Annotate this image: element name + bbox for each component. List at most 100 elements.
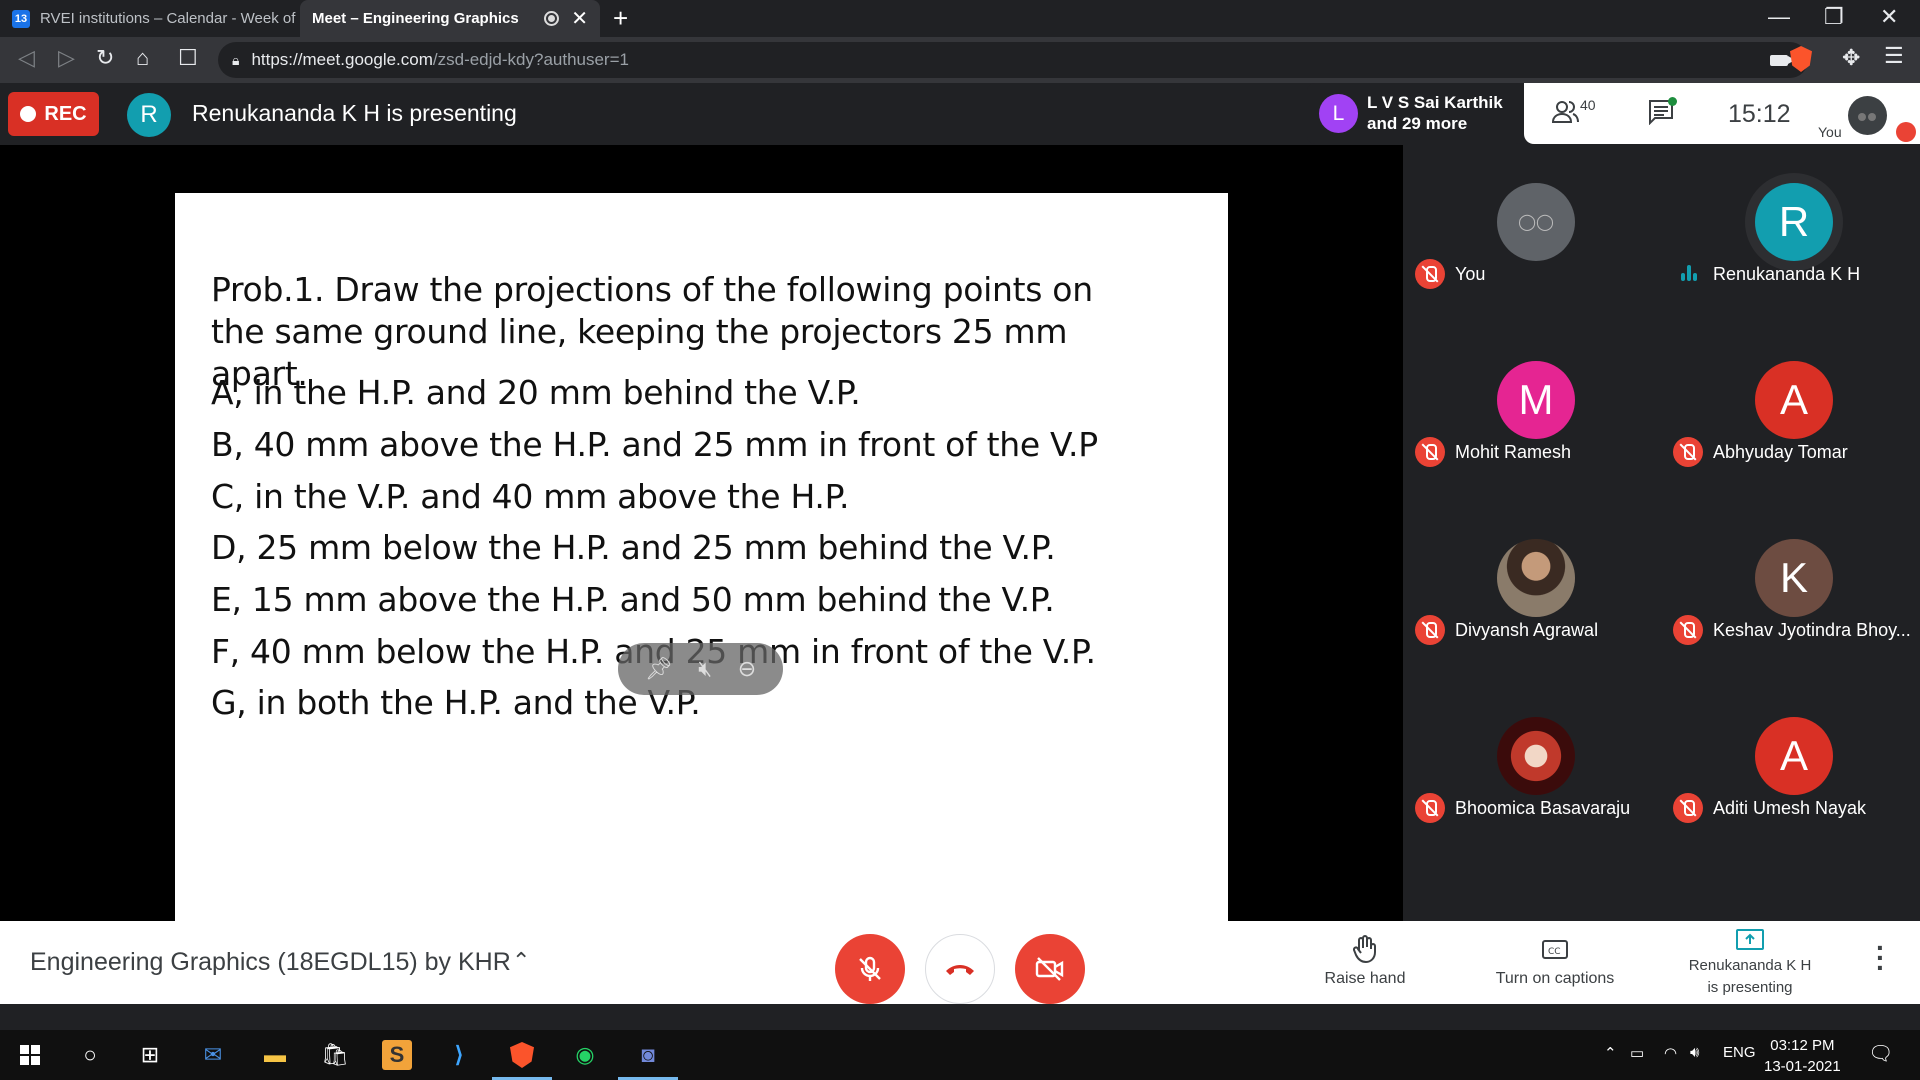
svg-text:CC: CC (1548, 947, 1561, 957)
system-time: 03:12 PM (1770, 1037, 1835, 1054)
tab-calendar[interactable]: 13 RVEI institutions – Calendar - Week o… (0, 0, 300, 37)
pin-icon[interactable]: 📌︎ (645, 656, 673, 682)
forward-icon[interactable]: ▷ (58, 45, 75, 71)
vscode-icon[interactable]: ⟩ (444, 1040, 474, 1070)
tray-chevron-icon[interactable]: ⌃ (1604, 1044, 1617, 1062)
more-options-icon[interactable]: · · · (1876, 934, 1885, 982)
windows-start-icon[interactable] (15, 1040, 45, 1070)
muted-mic-icon (1415, 615, 1445, 645)
reload-icon[interactable]: ↻ (96, 45, 114, 71)
tab-calendar-title: RVEI institutions – Calendar - Week of (40, 10, 296, 27)
slide-item: C, in the V.P. and 40 mm above the H.P. (211, 477, 850, 516)
presenter-avatar: R (127, 93, 171, 137)
language-indicator[interactable]: ENG (1723, 1044, 1756, 1061)
participant-photo-avatar (1497, 717, 1575, 795)
close-tab-icon[interactable]: ✕ (571, 6, 588, 31)
muted-mic-icon (1673, 793, 1703, 823)
present-screen-icon (1736, 929, 1764, 950)
participant-tile[interactable]: Bhoomica Basavaraju (1403, 689, 1661, 867)
wifi-icon[interactable]: ◠ (1664, 1044, 1677, 1062)
hang-up-icon (946, 965, 974, 975)
speaker-more-line: and 29 more (1367, 114, 1468, 133)
slide-item: E, 15 mm above the H.P. and 50 mm behind… (211, 580, 1055, 619)
people-icon[interactable] (1552, 100, 1580, 124)
system-clock[interactable]: 03:12 PM 13-01-2021 (1764, 1035, 1841, 1077)
participant-grid: ◯◯ You R Renukananda K H M Mohit Ramesh … (1403, 145, 1920, 983)
discord-icon[interactable]: ◙ (618, 1040, 678, 1080)
participant-name: Mohit Ramesh (1455, 441, 1572, 462)
muted-mic-icon (1673, 615, 1703, 645)
url-text[interactable]: https://meet.google.com/zsd-edjd-kdy?aut… (251, 50, 629, 70)
meet-controls-bar: Engineering Graphics (18EGDL15) by KHR ⌃ (0, 921, 1920, 1004)
rec-label: REC (44, 102, 87, 125)
mic-toggle-button[interactable] (835, 934, 905, 1004)
raise-hand-icon (1352, 935, 1376, 964)
extensions-icon[interactable]: ✥ (1842, 45, 1860, 71)
participant-tile[interactable]: Divyansh Agrawal (1403, 511, 1661, 689)
participant-tile[interactable]: ◯◯ You (1403, 155, 1661, 333)
presenting-status-button[interactable]: Renukananda K H is presenting (1670, 925, 1830, 999)
recording-indicator-icon (544, 11, 560, 26)
bookmark-icon[interactable]: ☐ (178, 45, 198, 71)
participant-avatar: R (1755, 183, 1833, 261)
volume-icon[interactable]: 🔊︎ (1690, 1044, 1699, 1061)
active-speakers-box[interactable]: L L V S Sai Karthik and 29 more (1307, 83, 1524, 144)
task-view-icon[interactable]: ⊞ (135, 1040, 165, 1070)
participant-tile[interactable]: M Mohit Ramesh (1403, 333, 1661, 511)
participant-name: Divyansh Agrawal (1455, 619, 1599, 640)
participant-name: Abhyuday Tomar (1713, 441, 1848, 462)
participant-tile[interactable]: R Renukananda K H (1661, 155, 1919, 333)
notifications-icon[interactable]: 🗨︎ (1868, 1041, 1893, 1066)
camera-toggle-button[interactable] (1015, 934, 1085, 1004)
brave-browser-icon[interactable] (492, 1040, 552, 1080)
participant-tile[interactable]: A Abhyuday Tomar (1661, 333, 1919, 511)
meeting-title[interactable]: Engineering Graphics (18EGDL15) by KHR (30, 948, 511, 977)
browser-menu-icon[interactable]: ☰ (1884, 43, 1904, 69)
meeting-info-panel: 40 15:12 You (1524, 83, 1920, 144)
presenting-label-line1: Renukananda K H (1688, 957, 1812, 974)
presentation-stage: Prob.1. Draw the projections of the foll… (0, 83, 1403, 921)
presenting-label-line2: is presenting (1707, 979, 1793, 996)
new-tab-icon[interactable]: + (613, 3, 628, 34)
participant-name: Renukananda K H (1713, 263, 1861, 284)
participant-name: Bhoomica Basavaraju (1455, 797, 1631, 818)
close-window-icon[interactable]: ✕ (1880, 4, 1898, 30)
restore-icon[interactable]: ❐ (1824, 4, 1844, 30)
windows-taskbar: ○ ⊞ ✉ ▬ 🛍︎ S ⟩ ◉ ◙ ⌃ ▭ ◠ 🔊︎ ENG 03:12 PM… (0, 1030, 1920, 1080)
minimize-icon[interactable]: — (1768, 4, 1790, 30)
leave-call-button[interactable] (925, 934, 995, 1004)
battery-icon[interactable]: ▭ (1630, 1044, 1644, 1062)
home-icon[interactable]: ⌂ (136, 45, 149, 71)
speaker-name: L V S Sai Karthik and 29 more (1367, 92, 1503, 134)
participant-avatar: ◯◯ (1497, 183, 1575, 261)
participant-avatar: M (1497, 361, 1575, 439)
lock-icon: 🔒︎ (232, 51, 240, 68)
camera-in-use-icon[interactable] (1770, 54, 1795, 66)
participant-avatar: K (1755, 539, 1833, 617)
participant-tile[interactable]: K Keshav Jyotindra Bhoy... (1661, 511, 1919, 689)
self-label: You (1818, 124, 1842, 140)
participant-avatar: A (1755, 717, 1833, 795)
captions-button[interactable]: CC Turn on captions (1480, 934, 1630, 988)
tile-hover-controls: 📌︎ 🔇︎ ⊖ (618, 643, 783, 695)
sublime-text-icon[interactable]: S (382, 1040, 412, 1070)
raise-hand-button[interactable]: Raise hand (1310, 934, 1420, 988)
tab-meet[interactable]: Meet – Engineering Graphics ✕ (300, 0, 600, 37)
remove-participant-icon[interactable]: ⊖ (738, 656, 756, 682)
back-icon[interactable]: ◁ (18, 45, 35, 71)
participant-tile[interactable]: A Aditi Umesh Nayak (1661, 689, 1919, 867)
participant-name: Keshav Jyotindra Bhoy... (1713, 619, 1911, 640)
chevron-up-icon[interactable]: ⌃ (512, 948, 530, 974)
address-bar[interactable]: 🔒︎ https://meet.google.com/zsd-edjd-kdy?… (218, 42, 1808, 78)
mail-icon[interactable]: ✉ (198, 1040, 228, 1070)
mute-participant-icon[interactable]: 🔇︎ (698, 656, 712, 682)
mic-off-icon (859, 956, 881, 981)
browser-toolbar: ◁ ▷ ↻ ⌂ ☐ 🔒︎ https://meet.google.com/zsd… (0, 37, 1920, 83)
search-icon[interactable]: ○ (75, 1040, 105, 1070)
store-icon[interactable]: 🛍︎ (320, 1040, 350, 1070)
file-explorer-icon[interactable]: ▬ (260, 1040, 290, 1070)
raise-hand-label: Raise hand (1324, 970, 1406, 987)
slide-item: D, 25 mm below the H.P. and 25 mm behind… (211, 528, 1056, 567)
whatsapp-icon[interactable]: ◉ (570, 1040, 600, 1070)
self-view-avatar[interactable] (1848, 96, 1887, 135)
